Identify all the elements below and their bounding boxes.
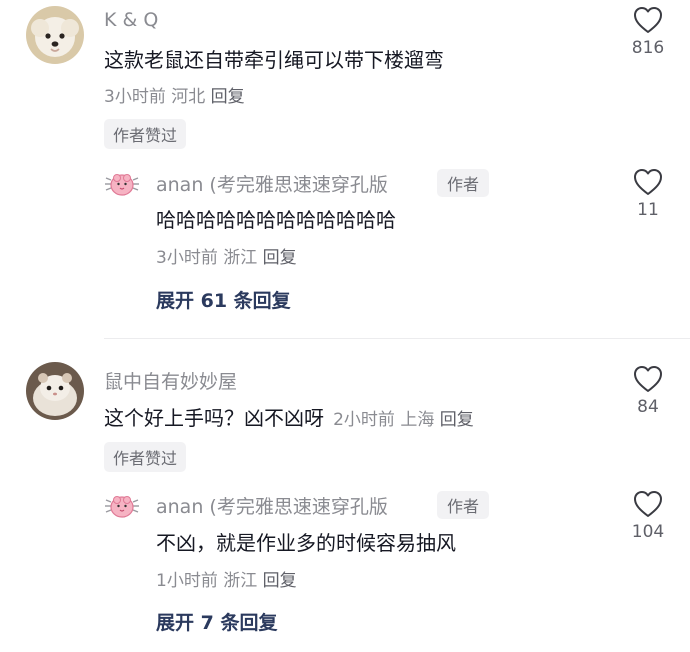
heart-icon bbox=[634, 366, 662, 392]
reply-location: 浙江 bbox=[223, 571, 258, 591]
reply-button[interactable]: 回复 bbox=[263, 571, 297, 591]
like-button[interactable]: 84 bbox=[620, 365, 676, 417]
author-liked-badge: 作者赞过 bbox=[104, 442, 187, 472]
author-tag: 作者 bbox=[437, 491, 490, 519]
reply-avatar[interactable] bbox=[104, 490, 140, 526]
comment-time: 2小时前 bbox=[333, 410, 395, 430]
like-count: 816 bbox=[631, 38, 665, 58]
comment-username[interactable]: K & Q bbox=[104, 9, 158, 31]
like-count: 11 bbox=[637, 200, 659, 220]
author-tag: 作者 bbox=[437, 169, 490, 197]
like-button[interactable]: 11 bbox=[620, 168, 676, 220]
avatar[interactable] bbox=[26, 6, 84, 64]
like-count: 104 bbox=[631, 522, 665, 542]
author-liked-badge: 作者赞过 bbox=[104, 119, 187, 149]
comment-username[interactable]: 鼠中自有妙妙屋 bbox=[104, 367, 237, 394]
reply-time: 1小时前 bbox=[156, 571, 218, 591]
reply-avatar[interactable] bbox=[104, 168, 140, 204]
reply-button[interactable]: 回复 bbox=[263, 248, 297, 268]
pink-creature-avatar-image bbox=[105, 496, 139, 518]
like-count: 84 bbox=[637, 397, 659, 417]
reply-button[interactable]: 回复 bbox=[440, 410, 474, 430]
comment-text[interactable]: 这个好上手吗？凶不凶呀 bbox=[104, 406, 324, 430]
like-button[interactable]: 816 bbox=[620, 6, 676, 58]
comment-meta: 2小时前 上海 回复 bbox=[333, 410, 474, 430]
like-button[interactable]: 104 bbox=[620, 490, 676, 542]
comment-meta: 3小时前 河北 回复 bbox=[104, 82, 245, 107]
comment-body-line: 这个好上手吗？凶不凶呀 2小时前 上海 回复 bbox=[104, 402, 474, 431]
heart-icon bbox=[634, 169, 662, 195]
dog-avatar-image bbox=[26, 6, 84, 64]
reply-text[interactable]: 不凶，就是作业多的时候容易抽风 bbox=[156, 527, 456, 556]
reply-username[interactable]: anan (考完雅思速速穿孔版 bbox=[156, 492, 388, 519]
reply-text[interactable]: 哈哈哈哈哈哈哈哈哈哈哈哈 bbox=[156, 204, 396, 233]
expand-replies-button[interactable]: 展开 7 条回复 bbox=[156, 608, 277, 635]
hamster-avatar-image bbox=[26, 362, 84, 420]
heart-icon bbox=[634, 491, 662, 517]
comment-location: 河北 bbox=[171, 87, 206, 107]
comment-location: 上海 bbox=[400, 410, 435, 430]
reply-time: 3小时前 bbox=[156, 248, 218, 268]
reply-meta: 1小时前 浙江 回复 bbox=[156, 566, 297, 591]
heart-icon bbox=[634, 7, 662, 33]
comment-time: 3小时前 bbox=[104, 87, 166, 107]
avatar[interactable] bbox=[26, 362, 84, 420]
comment-text[interactable]: 这款老鼠还自带牵引绳可以带下楼遛弯 bbox=[104, 44, 444, 73]
divider bbox=[104, 338, 690, 339]
reply-username[interactable]: anan (考完雅思速速穿孔版 bbox=[156, 170, 388, 197]
reply-location: 浙江 bbox=[223, 248, 258, 268]
pink-creature-avatar-image bbox=[105, 174, 139, 196]
reply-button[interactable]: 回复 bbox=[211, 87, 245, 107]
expand-replies-button[interactable]: 展开 61 条回复 bbox=[156, 286, 291, 313]
reply-meta: 3小时前 浙江 回复 bbox=[156, 243, 297, 268]
